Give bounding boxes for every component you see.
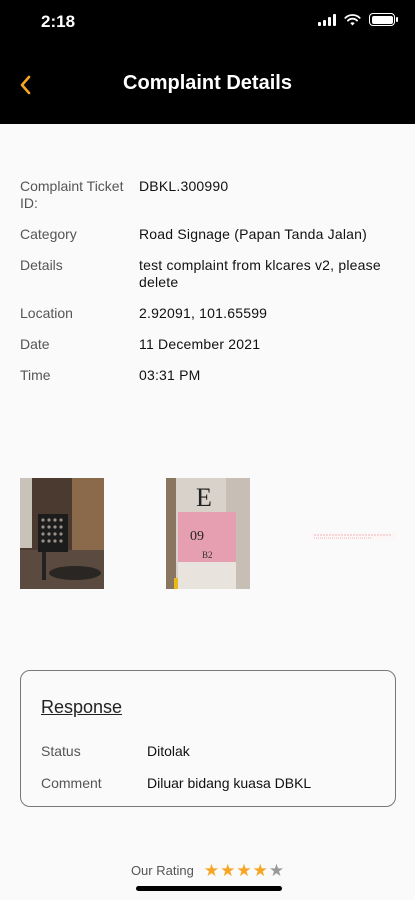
star-filled-icon: ★ — [203, 861, 220, 880]
photo-text-e: E — [196, 483, 212, 512]
complaint-photo-1[interactable] — [20, 478, 104, 589]
app-header: 2:18 Complaint Details — [0, 0, 415, 124]
battery-icon — [369, 13, 398, 26]
status-value: Ditolak — [147, 743, 190, 759]
comment-label: Comment — [41, 775, 102, 791]
detail-value: Road Signage (Papan Tanda Jalan) — [139, 226, 367, 242]
complaint-photo-3[interactable] — [312, 530, 396, 540]
detail-value: 2.92091, 101.65599 — [139, 305, 268, 321]
detail-label: Location — [20, 305, 73, 321]
response-status-row: Status Ditolak — [41, 743, 190, 759]
detail-row-date: Date 11 December 2021 — [20, 336, 400, 353]
rating-row: Our Rating ★ ★ ★ ★ ★ — [0, 862, 415, 879]
detail-row-ticket: Complaint Ticket ID: DBKL.300990 — [20, 178, 400, 212]
star-filled-icon: ★ — [252, 861, 268, 880]
detail-row-category: Category Road Signage (Papan Tanda Jalan… — [20, 226, 400, 243]
response-card: Response Status Ditolak Comment Diluar b… — [20, 670, 396, 807]
detail-value: 11 December 2021 — [139, 336, 261, 352]
rating-stars: ★ ★ ★ ★ ★ — [204, 862, 284, 879]
detail-value: 03:31 PM — [139, 367, 201, 383]
signal-icon — [318, 13, 336, 26]
home-indicator[interactable] — [136, 886, 282, 891]
photo-text-b2: B2 — [202, 550, 213, 560]
star-filled-icon: ★ — [220, 861, 236, 880]
star-filled-icon: ★ — [236, 861, 252, 880]
detail-value: test complaint from klcares v2, please d… — [139, 257, 381, 290]
status-label: Status — [41, 743, 81, 759]
response-title: Response — [41, 697, 123, 717]
detail-label: Time — [20, 367, 51, 383]
page-title: Complaint Details — [123, 72, 292, 94]
detail-label: Details — [20, 257, 63, 273]
detail-label: Date — [20, 336, 50, 352]
detail-row-details: Details test complaint from klcares v2, … — [20, 257, 400, 291]
star-empty-icon: ★ — [268, 861, 285, 880]
complaint-photo-2[interactable]: E 09 B2 — [166, 478, 250, 589]
detail-row-location: Location 2.92091, 101.65599 — [20, 305, 400, 322]
detail-value: DBKL.300990 — [139, 178, 229, 194]
wifi-icon — [344, 13, 361, 25]
detail-label: Complaint Ticket ID: — [20, 178, 124, 211]
complaint-details: Complaint Ticket ID: DBKL.300990 Categor… — [20, 178, 400, 398]
comment-value: Diluar bidang kuasa DBKL — [147, 775, 312, 791]
response-comment-row: Comment Diluar bidang kuasa DBKL — [41, 775, 311, 791]
status-time: 2:18 — [41, 12, 76, 31]
photo-text-09: 09 — [190, 529, 204, 544]
detail-row-time: Time 03:31 PM — [20, 367, 400, 384]
detail-label: Category — [20, 226, 77, 242]
rating-label: Our Rating — [130, 863, 194, 878]
status-icons — [318, 13, 398, 26]
